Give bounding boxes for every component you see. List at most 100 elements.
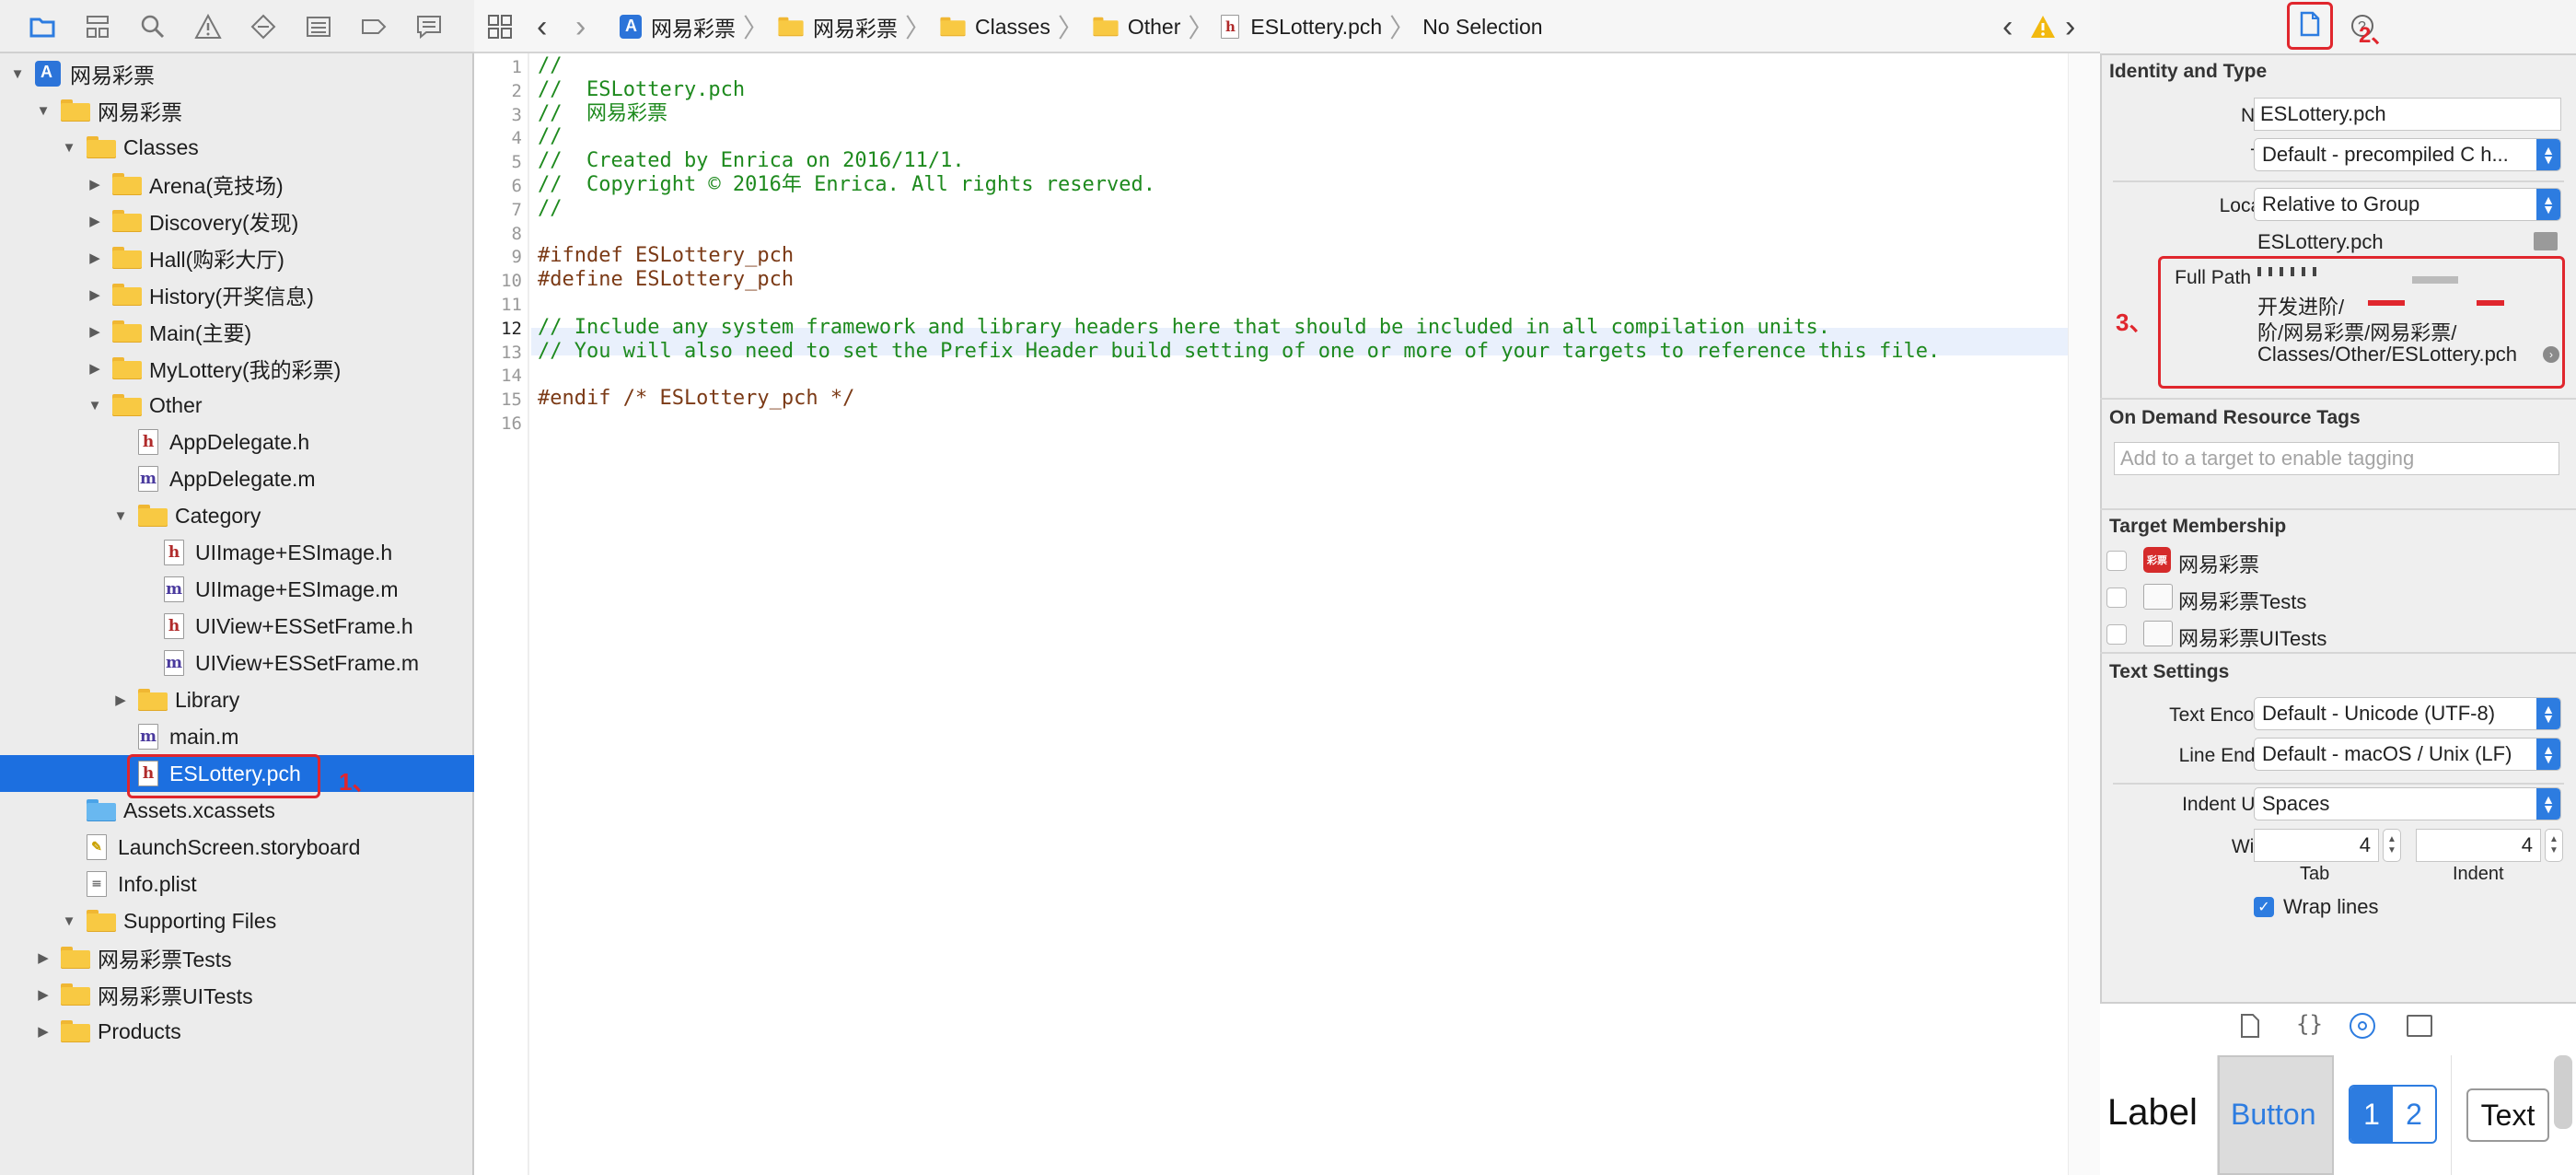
tags-field[interactable]: Add to a target to enable tagging [2114, 442, 2559, 475]
navigator-row[interactable]: ▼ Supporting Files [0, 902, 474, 939]
navigator-row[interactable]: m UIView+ESSetFrame.m [0, 645, 474, 681]
navigator-row[interactable]: ▼ Category [0, 497, 474, 534]
navigator-row[interactable]: ▶ History(开奖信息) [0, 276, 474, 313]
crumb-group[interactable]: 网易彩票 [813, 11, 898, 42]
crumb-other[interactable]: Other [1128, 15, 1181, 40]
breakpoint-icon[interactable] [357, 11, 390, 42]
disclosure-closed-icon[interactable]: ▶ [88, 361, 101, 377]
annotation-3: 3、 [2116, 308, 2153, 336]
editor-scrollbar[interactable] [2068, 53, 2100, 1175]
back-button[interactable]: ‹ [537, 0, 547, 53]
disclosure-open-icon[interactable]: ▼ [37, 103, 51, 119]
identity-header: Identity and Type [2109, 61, 2268, 82]
navigator-row-label: Other [149, 392, 203, 417]
warning-icon[interactable] [2030, 0, 2056, 53]
indent-stepper[interactable]: ▲ ▼ [2545, 829, 2563, 862]
library-scrollbar[interactable] [2554, 1055, 2572, 1129]
navigator-row[interactable]: ▶ Main(主要) [0, 313, 474, 350]
file-template-icon[interactable] [2239, 1013, 2261, 1043]
object-library-icon[interactable] [2350, 1013, 2375, 1039]
navigator-row[interactable]: m AppDelegate.m [0, 460, 474, 497]
search-icon[interactable] [136, 11, 169, 42]
code-snippet-icon[interactable]: {} [2296, 1011, 2323, 1037]
disclosure-open-icon[interactable]: ▼ [63, 913, 76, 929]
disclosure-closed-icon[interactable]: ▶ [88, 214, 101, 229]
navigator-row[interactable]: ▼ 网易彩票 [0, 55, 474, 92]
navigator-row[interactable]: h UIView+ESSetFrame.h [0, 608, 474, 645]
name-field[interactable]: ESLottery.pch [2254, 98, 2561, 131]
encoding-popup[interactable]: Default - Unicode (UTF-8) ▲ ▼ [2254, 697, 2561, 730]
target-checkbox[interactable] [2106, 551, 2127, 571]
folder-icon [112, 320, 142, 343]
navigator-row[interactable]: ▶ MyLottery(我的彩票) [0, 350, 474, 387]
next-issue-button[interactable]: › [2065, 0, 2075, 53]
disclosure-closed-icon[interactable]: ▶ [88, 250, 101, 266]
line-number: 7 [511, 199, 522, 220]
wrap-lines-checkbox[interactable]: ✓ [2254, 897, 2274, 917]
line-number: 15 [501, 390, 522, 411]
folder-reveal-icon[interactable] [2534, 232, 2558, 250]
navigator-row[interactable]: ▼ 网易彩票 [0, 92, 474, 129]
disclosure-open-icon[interactable]: ▼ [114, 508, 128, 524]
line-number: 1 [511, 57, 522, 77]
code-line: // [538, 196, 563, 220]
navigator-row[interactable]: ▶ 网易彩票Tests [0, 939, 474, 976]
navigator-row[interactable]: ▶ 网易彩票UITests [0, 976, 474, 1013]
endings-popup[interactable]: Default - macOS / Unix (LF) ▲ ▼ [2254, 738, 2561, 771]
test-icon[interactable] [247, 11, 280, 42]
navigator-row[interactable]: ▶ Discovery(发现) [0, 203, 474, 239]
library-button-cell[interactable]: Button [2218, 1055, 2334, 1175]
crumb-project[interactable]: 网易彩票 [651, 11, 736, 42]
disclosure-closed-icon[interactable]: ▶ [88, 177, 101, 192]
report-icon[interactable] [412, 11, 446, 42]
prev-issue-button[interactable]: ‹ [2002, 0, 2013, 53]
navigator-row-label: AppDelegate.m [169, 466, 316, 491]
library-textfield-cell[interactable]: Text [2452, 1055, 2553, 1175]
navigator-row[interactable]: m UIImage+ESImage.m [0, 571, 474, 608]
navigator-row[interactable]: ▶ Library [0, 681, 474, 718]
tab-width-field[interactable]: 4 [2254, 829, 2379, 862]
library-label-cell[interactable]: Label [2100, 1055, 2218, 1175]
disclosure-open-icon[interactable]: ▼ [11, 66, 25, 82]
navigator-row[interactable]: ▶ Hall(购彩大厅) [0, 239, 474, 276]
navigator-row[interactable]: ✎ LaunchScreen.storyboard [0, 829, 474, 866]
indent-popup[interactable]: Spaces ▲ ▼ [2254, 787, 2561, 820]
tab-stepper[interactable]: ▲ ▼ [2383, 829, 2401, 862]
disclosure-closed-icon[interactable]: ▶ [37, 1024, 50, 1040]
navigator-row[interactable]: ▼ Other [0, 387, 474, 424]
forward-button[interactable]: › [575, 0, 586, 53]
disclosure-closed-icon[interactable]: ▶ [37, 987, 50, 1003]
navigator-row[interactable]: ▶ Products [0, 1013, 474, 1050]
library-segmented-cell[interactable]: 1 2 [2334, 1055, 2452, 1175]
media-library-icon[interactable] [2407, 1015, 2432, 1037]
disclosure-closed-icon[interactable]: ▶ [114, 692, 127, 708]
indent-width-field[interactable]: 4 [2416, 829, 2541, 862]
crumb-selection[interactable]: No Selection [1422, 15, 1542, 40]
warning-icon[interactable] [191, 11, 225, 42]
navigator-row[interactable]: ≡ Info.plist [0, 866, 474, 902]
disclosure-closed-icon[interactable]: ▶ [88, 287, 101, 303]
location-popup[interactable]: Relative to Group ▲ ▼ [2254, 188, 2561, 221]
disclosure-closed-icon[interactable]: ▶ [88, 324, 101, 340]
disclosure-open-icon[interactable]: ▼ [63, 140, 76, 156]
disclosure-closed-icon[interactable]: ▶ [37, 950, 50, 966]
disclosure-open-icon[interactable]: ▼ [88, 398, 102, 413]
navigator-row[interactable]: h UIImage+ESImage.h [0, 534, 474, 571]
type-popup[interactable]: Default - precompiled C h... ▲ ▼ [2254, 138, 2561, 171]
crumb-file[interactable]: ESLottery.pch [1250, 15, 1382, 40]
line-number-gutter [474, 53, 529, 1175]
navigator-row[interactable]: h AppDelegate.h [0, 424, 474, 460]
target-checkbox[interactable] [2106, 624, 2127, 645]
navigator-row[interactable]: ▼ Classes [0, 129, 474, 166]
crumb-classes[interactable]: Classes [975, 15, 1050, 40]
folder-icon[interactable] [26, 11, 59, 42]
test-bundle-icon [2143, 621, 2173, 646]
navigator-row[interactable]: ▶ Arena(竞技场) [0, 166, 474, 203]
target-checkbox[interactable] [2106, 588, 2127, 608]
debug-icon[interactable] [302, 11, 335, 42]
related-items-icon[interactable] [487, 0, 513, 53]
source-file-icon: m [164, 576, 184, 602]
hierarchy-icon[interactable] [81, 11, 114, 42]
navigator-row[interactable]: m main.m [0, 718, 474, 755]
